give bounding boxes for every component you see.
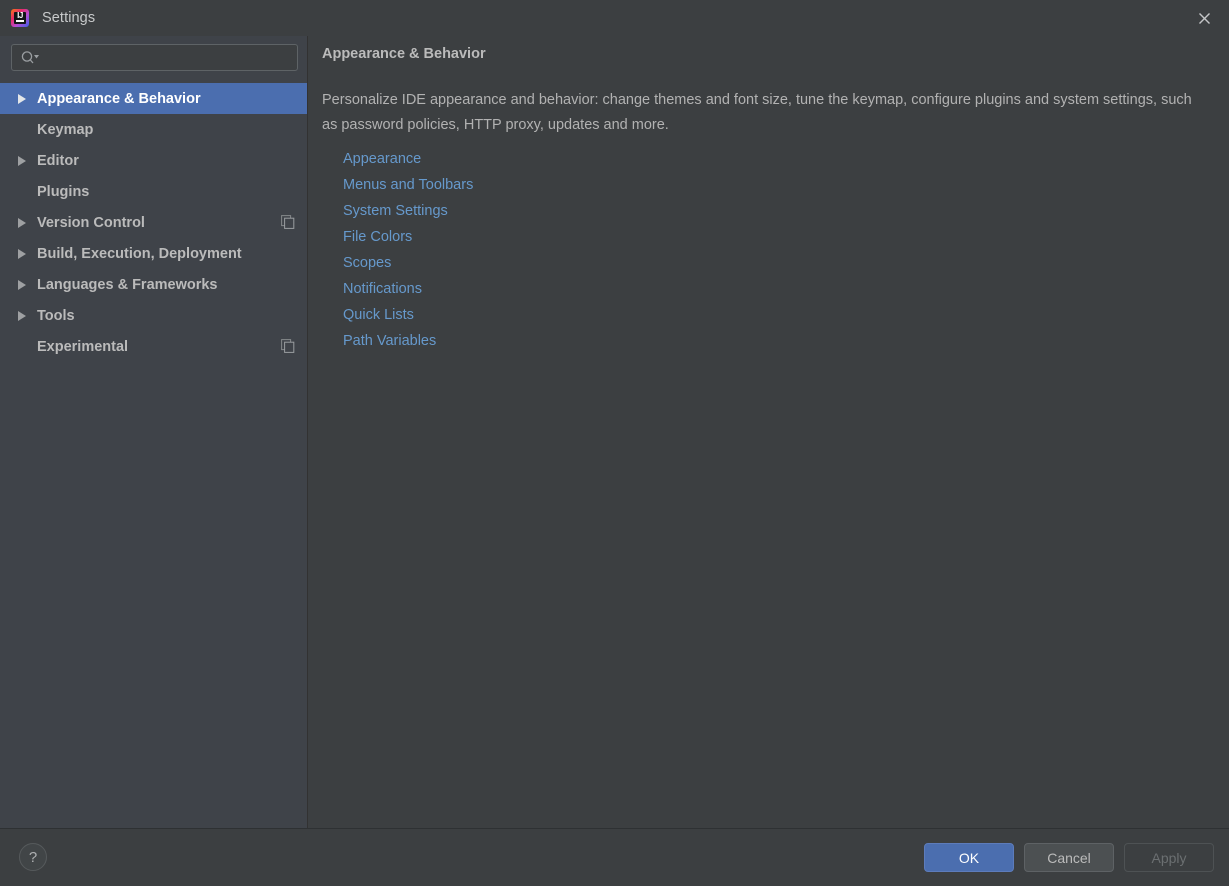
sidebar-item-label: Build, Execution, Deployment bbox=[37, 245, 242, 262]
sidebar-item-keymap[interactable]: Keymap bbox=[0, 114, 307, 145]
expand-triangle-icon[interactable] bbox=[15, 246, 31, 262]
dialog-footer: ? OK Cancel Apply bbox=[0, 828, 1229, 886]
link-appearance[interactable]: Appearance bbox=[343, 146, 473, 172]
link-quick-lists[interactable]: Quick Lists bbox=[343, 302, 473, 328]
ok-button[interactable]: OK bbox=[924, 843, 1014, 872]
link-notifications[interactable]: Notifications bbox=[343, 276, 473, 302]
settings-dialog: IJ Settings Appearance & Behavior Keymap E… bbox=[0, 0, 1229, 886]
expand-triangle-icon[interactable] bbox=[15, 91, 31, 107]
title-bar: IJ Settings bbox=[0, 0, 1229, 36]
apply-button: Apply bbox=[1124, 843, 1214, 872]
sidebar-item-label: Plugins bbox=[37, 183, 90, 200]
sidebar-item-label: Keymap bbox=[37, 121, 94, 138]
sidebar-item-plugins[interactable]: Plugins bbox=[0, 176, 307, 207]
sidebar-item-label: Experimental bbox=[37, 338, 129, 355]
sidebar-item-languages-frameworks[interactable]: Languages & Frameworks bbox=[0, 269, 307, 300]
sidebar-item-label: Appearance & Behavior bbox=[37, 90, 201, 107]
sidebar-item-version-control[interactable]: Version Control bbox=[0, 207, 307, 238]
sidebar-item-label: Editor bbox=[37, 152, 79, 169]
sidebar-item-appearance-behavior[interactable]: Appearance & Behavior bbox=[0, 83, 307, 114]
expand-triangle-icon[interactable] bbox=[15, 215, 31, 231]
link-path-variables[interactable]: Path Variables bbox=[343, 328, 473, 354]
settings-sidebar: Appearance & Behavior Keymap Editor Plugins… bbox=[0, 36, 308, 828]
expand-triangle-icon[interactable] bbox=[15, 277, 31, 293]
sidebar-item-build-execution-deployment[interactable]: Build, Execution, Deployment bbox=[0, 238, 307, 269]
link-menus-and-toolbars[interactable]: Menus and Toolbars bbox=[343, 172, 473, 198]
sidebar-item-label: Version Control bbox=[37, 214, 145, 231]
help-button[interactable]: ? bbox=[19, 843, 47, 871]
page-title: Appearance & Behavior bbox=[322, 46, 486, 62]
settings-content-panel: Appearance & Behavior Personalize IDE ap… bbox=[309, 36, 1229, 828]
sidebar-item-tools[interactable]: Tools bbox=[0, 300, 307, 331]
search-box[interactable] bbox=[11, 44, 298, 71]
page-description: Personalize IDE appearance and behavior:… bbox=[322, 92, 1192, 133]
window-title: Settings bbox=[42, 10, 96, 26]
sidebar-item-editor[interactable]: Editor bbox=[0, 145, 307, 176]
settings-tree: Appearance & Behavior Keymap Editor Plugins… bbox=[0, 83, 307, 362]
sidebar-item-experimental[interactable]: Experimental bbox=[0, 331, 307, 362]
sidebar-item-label: Tools bbox=[37, 307, 75, 324]
subsection-link-list: Appearance Menus and Toolbars System Setti… bbox=[343, 146, 473, 354]
sidebar-item-label: Languages & Frameworks bbox=[37, 276, 218, 293]
search-input[interactable] bbox=[11, 44, 298, 71]
link-scopes[interactable]: Scopes bbox=[343, 250, 473, 276]
cancel-button[interactable]: Cancel bbox=[1024, 843, 1114, 872]
dialog-button-group: OK Cancel Apply bbox=[924, 843, 1214, 872]
expand-triangle-icon[interactable] bbox=[15, 153, 31, 169]
link-system-settings[interactable]: System Settings bbox=[343, 198, 473, 224]
intellij-idea-logo-icon: IJ bbox=[11, 9, 29, 27]
close-icon[interactable] bbox=[1187, 3, 1221, 33]
link-file-colors[interactable]: File Colors bbox=[343, 224, 473, 250]
copy-settings-icon[interactable] bbox=[281, 215, 295, 229]
expand-triangle-icon[interactable] bbox=[15, 308, 31, 324]
copy-settings-icon[interactable] bbox=[281, 339, 295, 353]
